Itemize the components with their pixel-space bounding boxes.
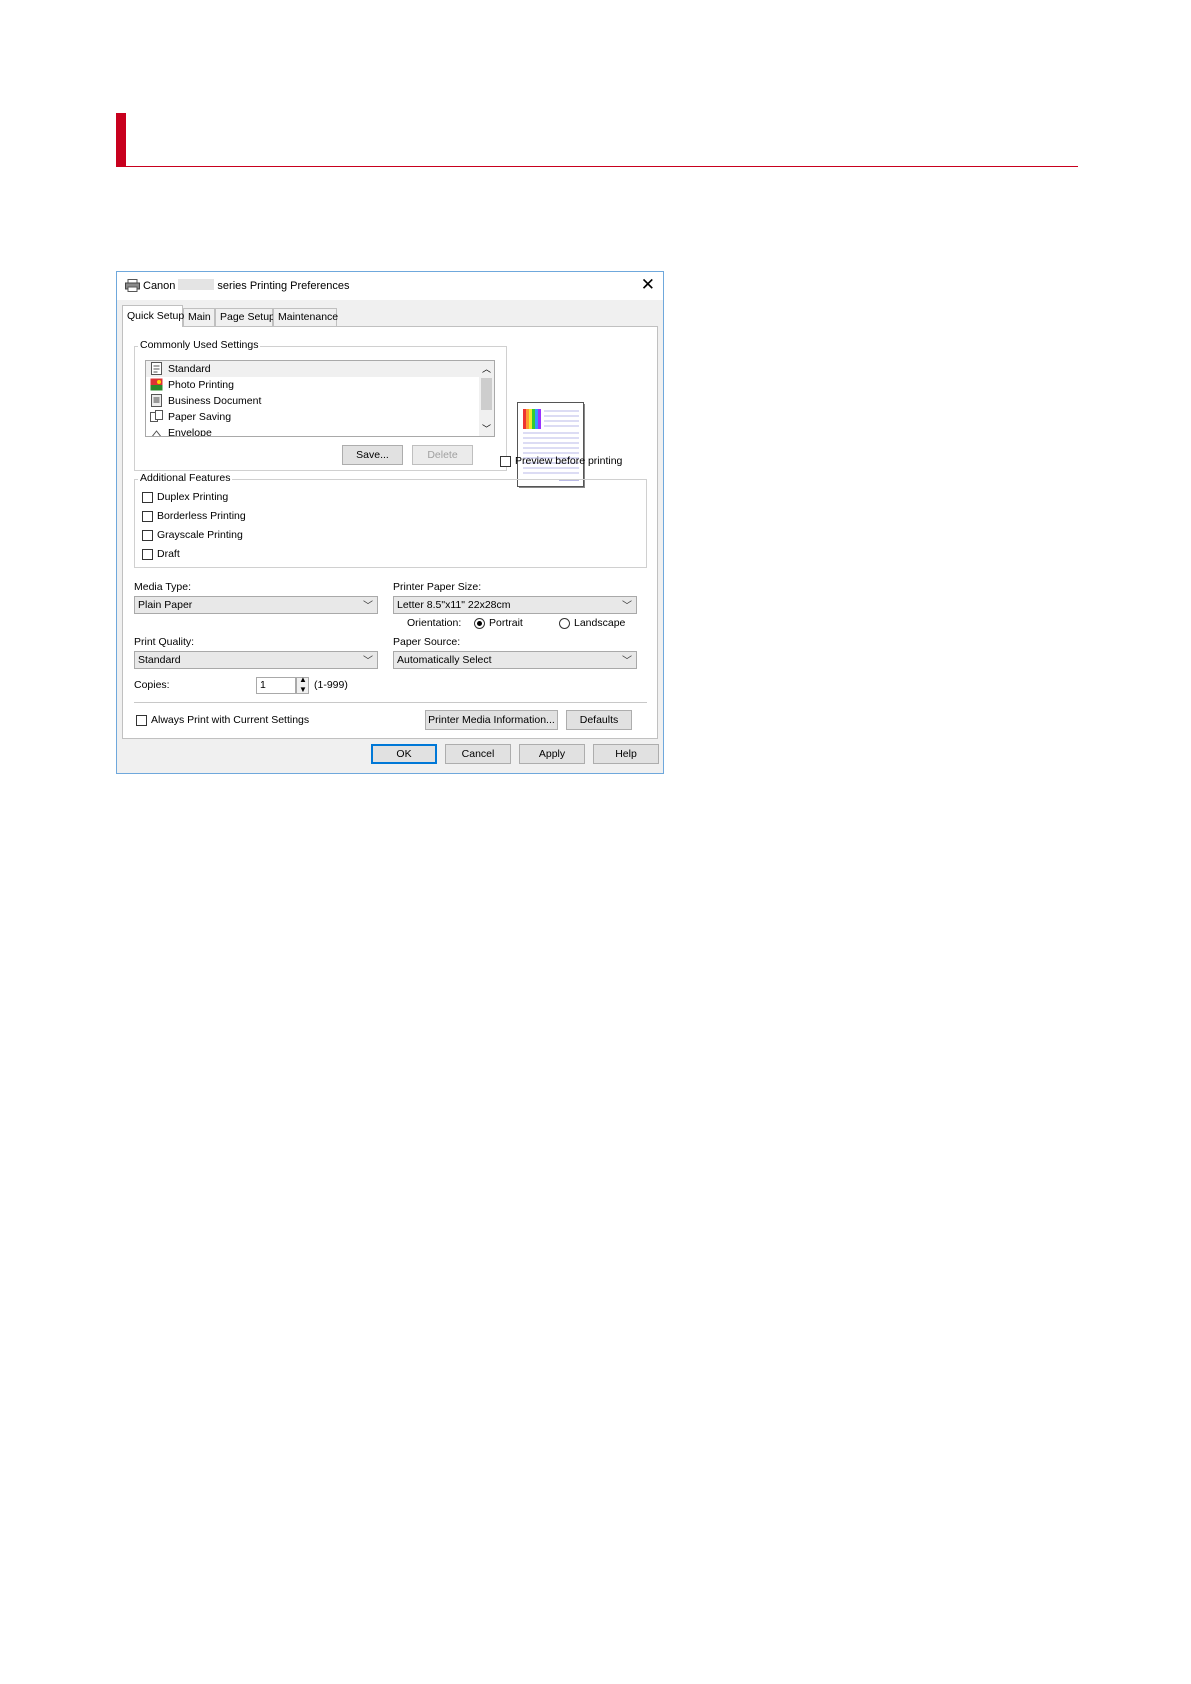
group-legend: Additional Features (138, 472, 233, 484)
list-item-photo-printing[interactable]: Photo Printing (146, 377, 481, 393)
paper-source-label: Paper Source: (393, 636, 461, 648)
business-doc-icon (151, 394, 162, 407)
print-quality-select[interactable]: Standard ﹀ (134, 651, 378, 669)
close-icon[interactable]: ✕ (641, 275, 655, 295)
chevron-down-icon: ﹀ (622, 601, 632, 612)
list-item-standard[interactable]: Standard (146, 361, 481, 377)
redacted-model-name (178, 279, 215, 290)
help-button[interactable]: Help (593, 744, 659, 764)
delete-button[interactable]: Delete (412, 445, 473, 465)
chevron-down-icon: ﹀ (622, 656, 632, 667)
print-quality-label: Print Quality: (134, 636, 195, 648)
window-title: Canon series Printing Preferences (143, 279, 350, 292)
print-preview-image (517, 402, 585, 488)
orientation-label: Orientation: (407, 617, 462, 629)
copies-value: 1 (260, 679, 266, 691)
list-item-label: Paper Saving (168, 411, 232, 423)
tab-page-setup[interactable]: Page Setup (215, 308, 275, 326)
scroll-thumb[interactable] (481, 378, 492, 410)
chevron-down-icon: ﹀ (363, 601, 373, 612)
select-value: Letter 8.5"x11" 22x28cm (397, 599, 511, 611)
grayscale-printing-label: Grayscale Printing (157, 529, 243, 541)
borderless-printing-label: Borderless Printing (157, 510, 246, 522)
select-value: Plain Paper (138, 599, 193, 611)
printer-paper-size-select[interactable]: Letter 8.5"x11" 22x28cm ﹀ (393, 596, 637, 614)
additional-features-group: Additional Features Duplex Printing Bord… (134, 472, 647, 568)
standard-doc-icon (151, 362, 162, 375)
cancel-button[interactable]: Cancel (445, 744, 511, 764)
always-print-checkbox[interactable] (136, 715, 147, 726)
chevron-down-icon[interactable]: ▼ (299, 685, 307, 694)
duplex-printing-checkbox[interactable] (142, 492, 153, 503)
defaults-button[interactable]: Defaults (566, 710, 632, 730)
landscape-label: Landscape (574, 617, 626, 629)
preview-before-printing-label: Preview before printing (515, 455, 623, 467)
copies-input[interactable]: 1 (256, 677, 296, 694)
printer-icon (125, 279, 140, 292)
save-button[interactable]: Save... (342, 445, 403, 465)
copies-stepper[interactable]: ▲ ▼ (296, 675, 309, 694)
printer-paper-size-label: Printer Paper Size: (393, 581, 482, 593)
select-value: Automatically Select (397, 654, 492, 666)
list-item-label: Envelope (168, 427, 212, 437)
select-value: Standard (138, 654, 181, 666)
borderless-printing-checkbox[interactable] (142, 511, 153, 522)
portrait-radio[interactable] (474, 618, 485, 629)
draft-label: Draft (157, 548, 180, 560)
tab-quick-setup[interactable]: Quick Setup (122, 305, 184, 327)
chevron-up-icon[interactable]: ▲ (299, 675, 307, 684)
apply-button[interactable]: Apply (519, 744, 585, 764)
always-print-label: Always Print with Current Settings (151, 714, 310, 726)
divider (134, 702, 647, 703)
tab-maintenance[interactable]: Maintenance (273, 308, 338, 326)
list-item-label: Business Document (168, 395, 262, 407)
title-bar: Canon series Printing Preferences ✕ (117, 272, 663, 300)
list-item-paper-saving[interactable]: Paper Saving (146, 409, 481, 425)
list-item-envelope[interactable]: Envelope (146, 425, 481, 437)
group-legend: Commonly Used Settings (138, 339, 261, 351)
list-item-label: Standard (168, 363, 211, 375)
list-item-business-document[interactable]: Business Document (146, 393, 481, 409)
copies-label: Copies: (134, 679, 170, 691)
envelope-icon (151, 430, 162, 436)
media-type-select[interactable]: Plain Paper ﹀ (134, 596, 378, 614)
commonly-used-settings-list[interactable]: Standard Photo Printing Business Documen… (145, 360, 495, 437)
ok-button[interactable]: OK (371, 744, 437, 764)
chevron-down-icon: ﹀ (363, 656, 373, 667)
duplex-printing-label: Duplex Printing (157, 491, 229, 503)
preview-before-printing-checkbox[interactable] (500, 456, 511, 467)
chevron-down-icon[interactable]: ﹀ (482, 422, 491, 435)
media-type-label: Media Type: (134, 581, 192, 593)
landscape-radio[interactable] (559, 618, 570, 629)
printer-media-information-button[interactable]: Printer Media Information... (425, 710, 558, 730)
list-item-label: Photo Printing (168, 379, 234, 391)
section-heading-marker (116, 113, 126, 167)
paper-saving-icon (150, 410, 163, 422)
commonly-used-settings-group: Commonly Used Settings Standard Photo Pr… (134, 339, 507, 471)
quick-setup-panel: Commonly Used Settings Standard Photo Pr… (122, 326, 658, 739)
list-scrollbar[interactable]: ︿ ﹀ (479, 361, 494, 436)
photo-icon (150, 378, 163, 391)
tab-main[interactable]: Main (183, 308, 215, 326)
draft-checkbox[interactable] (142, 549, 153, 560)
copies-range: (1-999) (314, 679, 348, 691)
grayscale-printing-checkbox[interactable] (142, 530, 153, 541)
portrait-label: Portrait (489, 617, 523, 629)
chevron-up-icon[interactable]: ︿ (482, 362, 491, 375)
paper-source-select[interactable]: Automatically Select ﹀ (393, 651, 637, 669)
printing-preferences-dialog: Canon series Printing Preferences ✕ Quick… (116, 271, 664, 774)
section-heading-rule (116, 166, 1078, 167)
